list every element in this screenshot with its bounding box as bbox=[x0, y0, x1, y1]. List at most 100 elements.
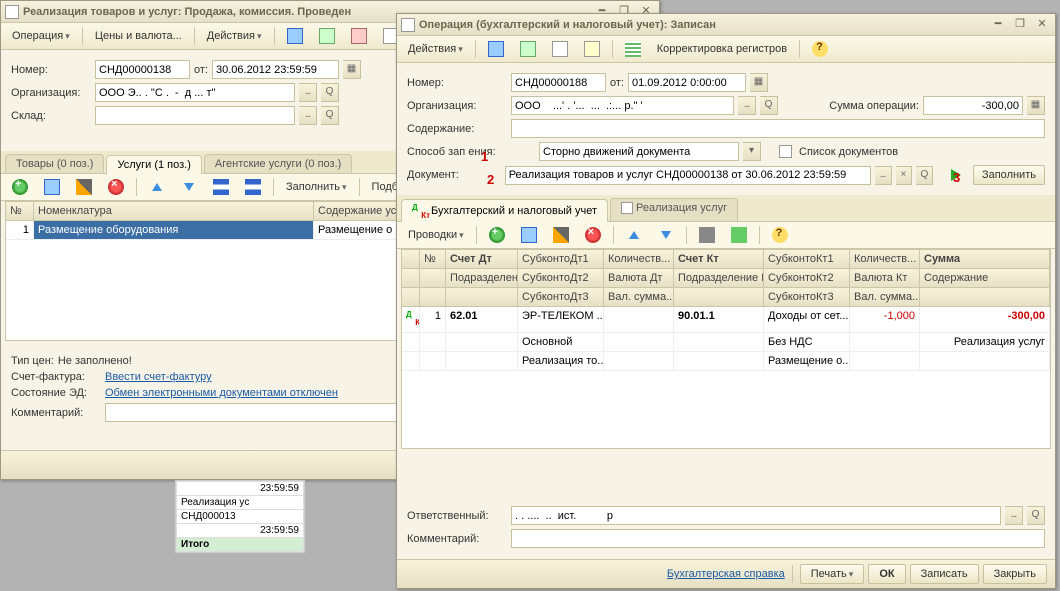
ok-button[interactable]: ОК bbox=[868, 564, 905, 584]
col-valkt[interactable]: Валюта Кт bbox=[850, 269, 920, 288]
operation-menu[interactable]: Операция bbox=[5, 27, 77, 45]
clear-icon[interactable]: × bbox=[896, 166, 913, 185]
actions-menu[interactable]: Действия bbox=[200, 27, 269, 45]
sf-link[interactable]: Ввести счет-фактуру bbox=[105, 371, 212, 383]
comment-field[interactable] bbox=[511, 529, 1045, 548]
down-icon[interactable] bbox=[174, 176, 204, 198]
tb-icon2[interactable] bbox=[577, 38, 607, 60]
way-field[interactable] bbox=[539, 142, 739, 161]
delete-icon[interactable] bbox=[101, 176, 131, 198]
resp-field[interactable] bbox=[511, 506, 1001, 525]
calendar-icon[interactable]: ▦ bbox=[750, 73, 768, 92]
col-valsum[interactable]: Вал. сумма... bbox=[604, 288, 674, 307]
add-icon[interactable] bbox=[5, 176, 35, 198]
col-qty[interactable]: Количеств... bbox=[604, 250, 674, 269]
org-field[interactable] bbox=[511, 96, 734, 115]
edit-icon[interactable] bbox=[69, 176, 99, 198]
cell-nom[interactable]: Размещение оборудования bbox=[34, 221, 314, 240]
up-icon[interactable] bbox=[142, 176, 172, 198]
sort-asc-icon[interactable] bbox=[206, 176, 236, 198]
copy-icon[interactable] bbox=[37, 176, 67, 198]
max-icon[interactable]: ❐ bbox=[1011, 17, 1029, 33]
up-icon[interactable] bbox=[619, 224, 649, 246]
number-field[interactable] bbox=[511, 73, 606, 92]
col-sum[interactable]: Сумма bbox=[920, 250, 1050, 269]
fill-button[interactable]: Заполнить bbox=[973, 165, 1045, 185]
close-icon[interactable]: ✕ bbox=[1033, 17, 1051, 33]
col-n[interactable]: № bbox=[420, 250, 446, 269]
delete-icon[interactable] bbox=[578, 224, 608, 246]
posting-row[interactable]: Реализация то... Размещение о... bbox=[402, 352, 1050, 371]
select-icon[interactable]: ... bbox=[738, 96, 756, 115]
col-skt2[interactable]: СубконтоКт2 bbox=[764, 269, 850, 288]
select-icon[interactable]: ... bbox=[299, 106, 317, 125]
report-link[interactable]: Бухгалтерская справка bbox=[667, 568, 785, 580]
col-pdt[interactable]: Подразделение Дт bbox=[446, 269, 518, 288]
col-qty2[interactable]: Количеств... bbox=[850, 250, 920, 269]
tb-icon[interactable] bbox=[545, 38, 575, 60]
col-sdt1[interactable]: СубконтоДт1 bbox=[518, 250, 604, 269]
save-button[interactable]: Записать bbox=[910, 564, 979, 584]
col-sdt2[interactable]: СубконтоДт2 bbox=[518, 269, 604, 288]
postings-menu[interactable]: Проводки bbox=[401, 226, 471, 244]
fill-button[interactable]: Заполнить bbox=[279, 178, 354, 196]
col-valsum2[interactable]: Вал. сумма... bbox=[850, 288, 920, 307]
prices-button[interactable]: Цены и валюта... bbox=[88, 27, 189, 45]
col-kt[interactable]: Счет Кт bbox=[674, 250, 764, 269]
open-icon[interactable]: Q bbox=[760, 96, 778, 115]
refresh2-icon[interactable] bbox=[724, 224, 754, 246]
refresh-icon[interactable] bbox=[312, 25, 342, 47]
col-valdt[interactable]: Валюта Дт bbox=[604, 269, 674, 288]
sklad-field[interactable] bbox=[95, 106, 295, 125]
col-skt3[interactable]: СубконтоКт3 bbox=[764, 288, 850, 307]
doclist-checkbox[interactable] bbox=[779, 145, 792, 158]
select-icon[interactable]: ... bbox=[875, 166, 892, 185]
toolbar-icon[interactable] bbox=[344, 25, 374, 47]
col-pkt[interactable]: Подразделение Кт bbox=[674, 269, 764, 288]
add-icon[interactable] bbox=[482, 224, 512, 246]
posting-row[interactable]: 1 62.01 ЭР-ТЕЛЕКОМ ... 90.01.1 Доходы от… bbox=[402, 307, 1050, 333]
sort-desc-icon[interactable] bbox=[238, 176, 268, 198]
tab-services[interactable]: Реализация услуг bbox=[610, 198, 738, 221]
registers-icon[interactable] bbox=[618, 38, 648, 60]
post-icon[interactable] bbox=[280, 25, 310, 47]
reg-correction-button[interactable]: Корректировка регистров bbox=[650, 40, 794, 58]
posting-row[interactable]: Основной Без НДС Реализация услуг bbox=[402, 333, 1050, 352]
min-icon[interactable]: ━ bbox=[989, 17, 1007, 33]
open-icon[interactable]: Q bbox=[321, 83, 339, 102]
post-icon[interactable] bbox=[481, 38, 511, 60]
actions-menu[interactable]: Действия bbox=[401, 40, 470, 58]
ed-link[interactable]: Обмен электронными документами отключен bbox=[105, 387, 338, 399]
copy-icon[interactable] bbox=[514, 224, 544, 246]
sum-field[interactable] bbox=[923, 96, 1023, 115]
refresh-icon[interactable] bbox=[513, 38, 543, 60]
print-button[interactable]: Печать bbox=[800, 564, 865, 584]
open-icon[interactable]: Q bbox=[321, 106, 339, 125]
dropdown-icon[interactable]: ▾ bbox=[743, 142, 761, 161]
col-cont[interactable]: Содержание bbox=[920, 269, 1050, 288]
close-button[interactable]: Закрыть bbox=[983, 564, 1047, 584]
open-icon[interactable]: Q bbox=[916, 166, 933, 185]
date-field[interactable] bbox=[212, 60, 339, 79]
edit-icon[interactable] bbox=[546, 224, 576, 246]
col-nom[interactable]: Номенклатура bbox=[34, 202, 314, 221]
tab-accounting[interactable]: Бухгалтерский и налоговый учет bbox=[401, 199, 608, 222]
down-icon[interactable] bbox=[651, 224, 681, 246]
link-icon[interactable] bbox=[692, 224, 722, 246]
select-icon[interactable]: ... bbox=[1005, 506, 1023, 525]
content-field[interactable] bbox=[511, 119, 1045, 138]
date-field[interactable] bbox=[628, 73, 746, 92]
calendar-icon[interactable]: ▦ bbox=[343, 60, 361, 79]
tab-services[interactable]: Услуги (1 поз.) bbox=[106, 155, 201, 174]
doc-field[interactable] bbox=[505, 166, 871, 185]
col-dt[interactable]: Счет Дт bbox=[446, 250, 518, 269]
number-field[interactable] bbox=[95, 60, 190, 79]
select-icon[interactable]: ... bbox=[299, 83, 317, 102]
calc-icon[interactable]: ▦ bbox=[1027, 96, 1045, 115]
tab-goods[interactable]: Товары (0 поз.) bbox=[5, 154, 104, 173]
col-sdt3[interactable]: СубконтоДт3 bbox=[518, 288, 604, 307]
help-icon[interactable] bbox=[765, 224, 795, 246]
org-field[interactable] bbox=[95, 83, 295, 102]
col-n[interactable]: № bbox=[6, 202, 34, 221]
col-skt1[interactable]: СубконтоКт1 bbox=[764, 250, 850, 269]
